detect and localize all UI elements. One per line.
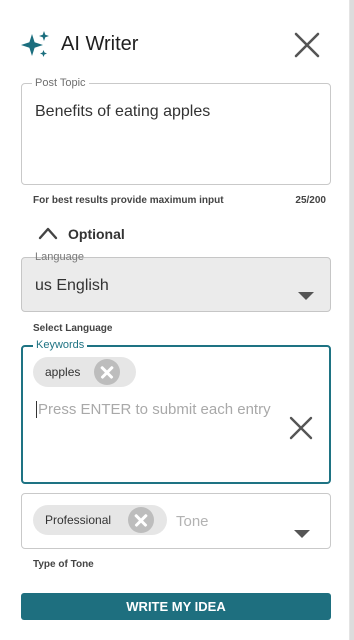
character-counter: 25/200 xyxy=(295,195,326,206)
close-icon[interactable] xyxy=(292,30,322,60)
remove-chip-icon[interactable] xyxy=(94,359,120,385)
tone-chip: Professional xyxy=(33,505,167,535)
post-topic-value[interactable]: Benefits of eating apples xyxy=(35,103,210,121)
post-topic-field[interactable]: Post Topic Benefits of eating apples xyxy=(21,76,331,185)
keywords-field[interactable]: Keywords apples xyxy=(21,338,331,484)
keyword-chip: apples xyxy=(33,357,136,387)
tone-chip-label: Professional xyxy=(45,513,112,527)
clear-icon[interactable] xyxy=(288,415,314,441)
ai-writer-panel: AI Writer Post Topic Benefits of eating … xyxy=(0,0,350,640)
tone-select[interactable]: Professional Tone xyxy=(21,493,331,549)
language-legend: Language xyxy=(35,251,84,263)
chevron-down-icon[interactable] xyxy=(298,292,314,300)
chevron-down-icon[interactable] xyxy=(294,530,310,538)
panel-title: AI Writer xyxy=(61,33,139,55)
sparkle-icon xyxy=(21,31,49,57)
page-edge xyxy=(350,0,354,640)
tone-placeholder: Tone xyxy=(176,513,209,530)
keywords-input[interactable] xyxy=(36,401,286,418)
write-my-idea-button[interactable]: WRITE MY IDEA xyxy=(21,593,331,620)
keywords-legend: Keywords xyxy=(33,338,88,352)
optional-label: Optional xyxy=(68,226,125,242)
keyword-chip-label: apples xyxy=(45,365,81,379)
chevron-up-icon xyxy=(38,227,58,240)
panel-header: AI Writer xyxy=(20,28,328,64)
post-topic-legend: Post Topic xyxy=(32,76,89,90)
remove-chip-icon[interactable] xyxy=(128,507,154,533)
input-hint: For best results provide maximum input xyxy=(33,195,224,206)
tone-helper: Type of Tone xyxy=(33,559,94,570)
language-helper: Select Language xyxy=(33,323,113,334)
language-select[interactable]: Language us English xyxy=(21,251,331,312)
language-value: us English xyxy=(35,277,109,294)
